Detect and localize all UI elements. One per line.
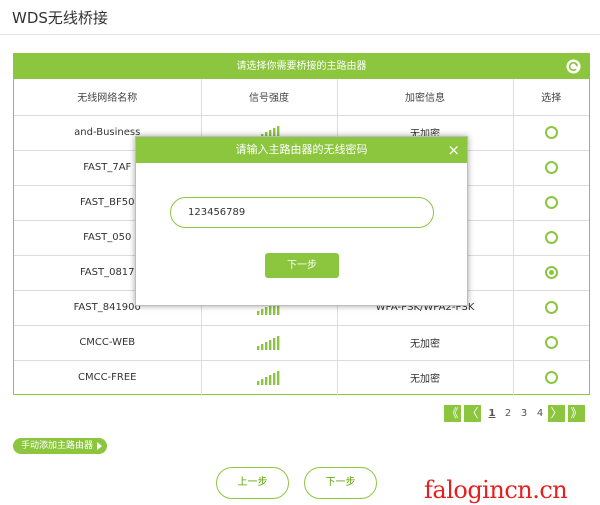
- page-number-3[interactable]: 3: [516, 408, 532, 419]
- select-radio[interactable]: [544, 301, 558, 314]
- column-header: 无线网络名称: [14, 79, 202, 116]
- panel-header: 请选择你需要桥接的主路由器: [14, 54, 589, 79]
- select-cell: [513, 290, 589, 326]
- dialog-next-button[interactable]: 下一步: [265, 253, 339, 278]
- table-row[interactable]: CMCC-FREE 无加密: [14, 360, 589, 395]
- last-page-button[interactable]: 》: [568, 404, 585, 422]
- select-cell: [513, 150, 589, 186]
- select-radio[interactable]: [544, 371, 558, 385]
- security-cell: 无加密: [337, 325, 514, 361]
- page-title: WDS无线桥接: [12, 9, 108, 27]
- title-divider: [0, 34, 600, 35]
- add-router-button[interactable]: 手动添加主路由器: [13, 438, 108, 454]
- select-cell: [513, 220, 589, 256]
- signal-strength-icon: [257, 370, 280, 385]
- page-number-4[interactable]: 4: [532, 408, 548, 419]
- security-cell: 无加密: [337, 360, 514, 395]
- panel-header-title: 请选择你需要桥接的主路由器: [236, 61, 367, 72]
- column-header: 信号强度: [201, 79, 338, 116]
- select-cell: [513, 325, 589, 361]
- signal-cell: [201, 325, 338, 361]
- watermark: falogincn.cn: [424, 476, 568, 504]
- column-header: 加密信息: [337, 79, 514, 116]
- signal-cell: [201, 360, 338, 395]
- close-icon[interactable]: ×: [447, 137, 460, 163]
- dialog-title: 请输入主路由器的无线密码: [235, 143, 368, 156]
- ssid-cell: CMCC-FREE: [14, 360, 202, 395]
- next-page-button[interactable]: 〉: [548, 404, 565, 422]
- select-cell: [513, 255, 589, 291]
- select-radio[interactable]: [544, 161, 558, 174]
- column-header: 选择: [513, 79, 589, 116]
- page-number-1[interactable]: 1: [484, 408, 500, 419]
- first-page-button[interactable]: 《: [444, 404, 461, 422]
- signal-strength-icon: [257, 335, 280, 350]
- table-row[interactable]: CMCC-WEB 无加密: [14, 325, 589, 361]
- select-radio[interactable]: [544, 336, 558, 349]
- ssid-cell: CMCC-WEB: [14, 325, 202, 361]
- page-number-2[interactable]: 2: [500, 408, 516, 419]
- refresh-icon[interactable]: [566, 59, 581, 74]
- prev-step-button[interactable]: 上一步: [216, 467, 289, 499]
- select-radio[interactable]: [544, 126, 558, 139]
- password-dialog: 请输入主路由器的无线密码 × 下一步: [135, 136, 468, 306]
- password-input[interactable]: [170, 197, 434, 228]
- prev-page-button[interactable]: 〈: [464, 404, 481, 422]
- next-step-button[interactable]: 下一步: [304, 467, 377, 499]
- pagination: 《 〈 1 2 3 4 〉 》: [444, 404, 588, 422]
- dialog-header: 请输入主路由器的无线密码: [136, 137, 467, 163]
- select-cell: [513, 360, 589, 395]
- select-radio[interactable]: [544, 231, 558, 244]
- select-cell: [513, 185, 589, 221]
- select-cell: [513, 115, 589, 151]
- table-header-row: 无线网络名称 信号强度 加密信息 选择: [14, 79, 589, 116]
- select-radio[interactable]: [544, 196, 558, 209]
- select-radio[interactable]: [544, 266, 558, 279]
